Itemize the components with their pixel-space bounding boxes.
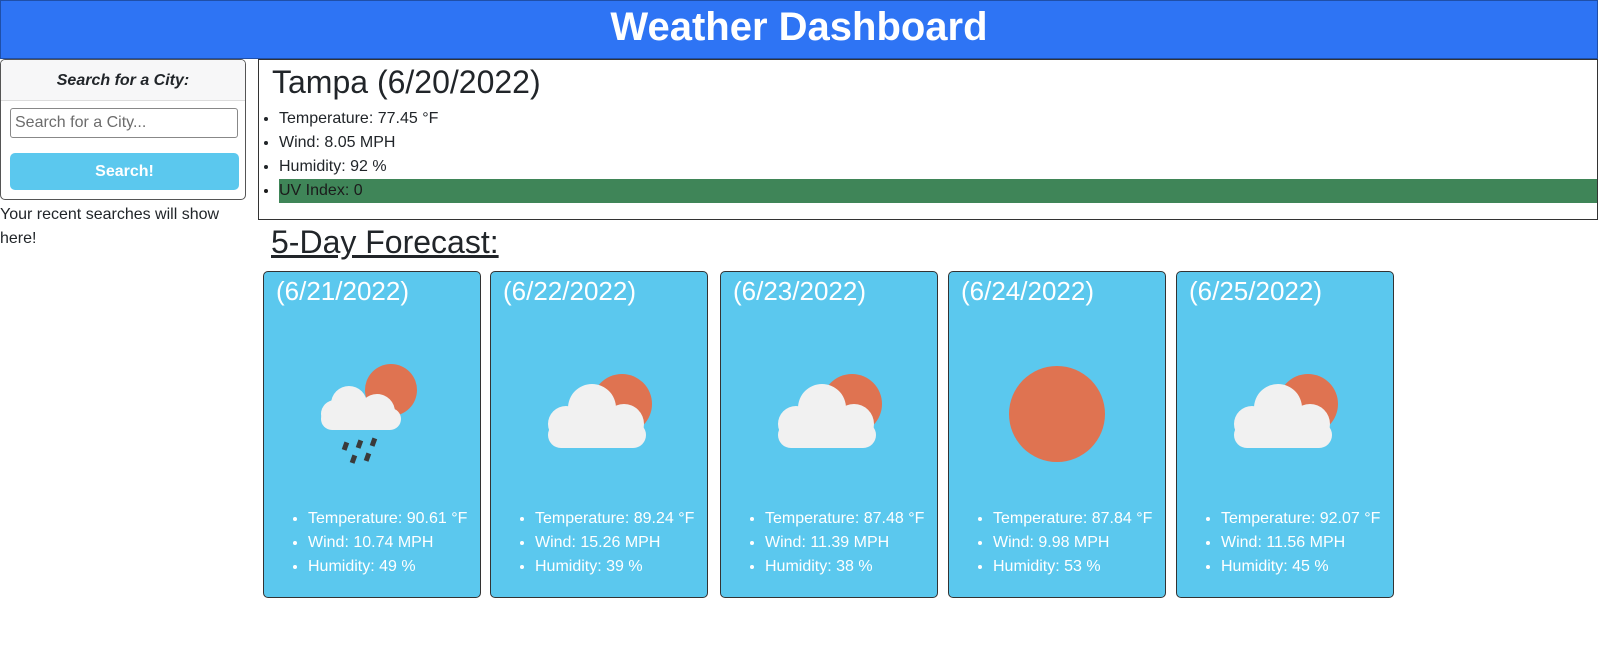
- current-weather-panel: Tampa (6/20/2022) Temperature: 77.45 °F …: [258, 59, 1598, 220]
- sun-icon: [1009, 366, 1105, 462]
- page-title: Weather Dashboard: [610, 5, 988, 49]
- search-card: Search for a City: Search!: [0, 59, 246, 200]
- forecast-card: (6/21/2022) Temperature: 90.61 °F Wind: …: [263, 271, 481, 598]
- forecast-wind: Wind: 11.39 MPH: [765, 531, 937, 555]
- forecast-date: (6/25/2022): [1189, 276, 1322, 306]
- forecast-humidity: Humidity: 45 %: [1221, 555, 1393, 579]
- forecast-temperature: Temperature: 89.24 °F: [535, 507, 707, 531]
- rain-cloud-sun-icon: [321, 364, 417, 464]
- forecast-date: (6/24/2022): [961, 276, 1094, 306]
- forecast-details: Temperature: 92.07 °F Wind: 11.56 MPH Hu…: [1177, 507, 1393, 579]
- current-weather-list: Temperature: 77.45 °F Wind: 8.05 MPH Hum…: [259, 107, 1597, 203]
- forecast-details: Temperature: 89.24 °F Wind: 15.26 MPH Hu…: [491, 507, 707, 579]
- forecast-humidity: Humidity: 38 %: [765, 555, 937, 579]
- forecast-temperature: Temperature: 87.48 °F: [765, 507, 937, 531]
- forecast-date: (6/21/2022): [276, 276, 409, 306]
- forecast-date: (6/23/2022): [733, 276, 866, 306]
- forecast-card: (6/24/2022) Temperature: 87.84 °F Wind: …: [948, 271, 1166, 598]
- forecast-details: Temperature: 87.48 °F Wind: 11.39 MPH Hu…: [721, 507, 937, 579]
- forecast-card: (6/25/2022) Temperature: 92.07 °F Wind: …: [1176, 271, 1394, 598]
- search-button[interactable]: Search!: [10, 153, 239, 190]
- forecast-wind: Wind: 10.74 MPH: [308, 531, 480, 555]
- forecast-wind: Wind: 15.26 MPH: [535, 531, 707, 555]
- forecast-humidity: Humidity: 39 %: [535, 555, 707, 579]
- forecast-humidity: Humidity: 53 %: [993, 555, 1165, 579]
- partly-cloudy-icon: [1234, 374, 1338, 448]
- forecast-date: (6/22/2022): [503, 276, 636, 306]
- recent-searches-text: Your recent searches will show here!: [0, 206, 220, 247]
- forecast-heading: 5-Day Forecast:: [271, 224, 499, 260]
- app-header: Weather Dashboard: [0, 0, 1598, 59]
- forecast-details: Temperature: 90.61 °F Wind: 10.74 MPH Hu…: [264, 507, 480, 579]
- forecast-card: (6/22/2022) Temperature: 89.24 °F Wind: …: [490, 271, 708, 598]
- forecast-humidity: Humidity: 49 %: [308, 555, 480, 579]
- partly-cloudy-icon: [548, 374, 652, 448]
- forecast-temperature: Temperature: 92.07 °F: [1221, 507, 1393, 531]
- forecast-temperature: Temperature: 87.84 °F: [993, 507, 1165, 531]
- forecast-details: Temperature: 87.84 °F Wind: 9.98 MPH Hum…: [949, 507, 1165, 579]
- forecast-wind: Wind: 9.98 MPH: [993, 531, 1165, 555]
- current-city-title: Tampa (6/20/2022): [272, 64, 541, 100]
- current-uv-index: UV Index: 0: [279, 179, 1597, 203]
- partly-cloudy-icon: [778, 374, 882, 448]
- search-heading: Search for a City:: [1, 60, 245, 101]
- current-humidity: Humidity: 92 %: [279, 155, 1597, 179]
- forecast-wind: Wind: 11.56 MPH: [1221, 531, 1393, 555]
- forecast-temperature: Temperature: 90.61 °F: [308, 507, 480, 531]
- forecast-card: (6/23/2022) Temperature: 87.48 °F Wind: …: [720, 271, 938, 598]
- city-search-input[interactable]: [10, 108, 238, 138]
- current-temperature: Temperature: 77.45 °F: [279, 107, 1597, 131]
- current-wind: Wind: 8.05 MPH: [279, 131, 1597, 155]
